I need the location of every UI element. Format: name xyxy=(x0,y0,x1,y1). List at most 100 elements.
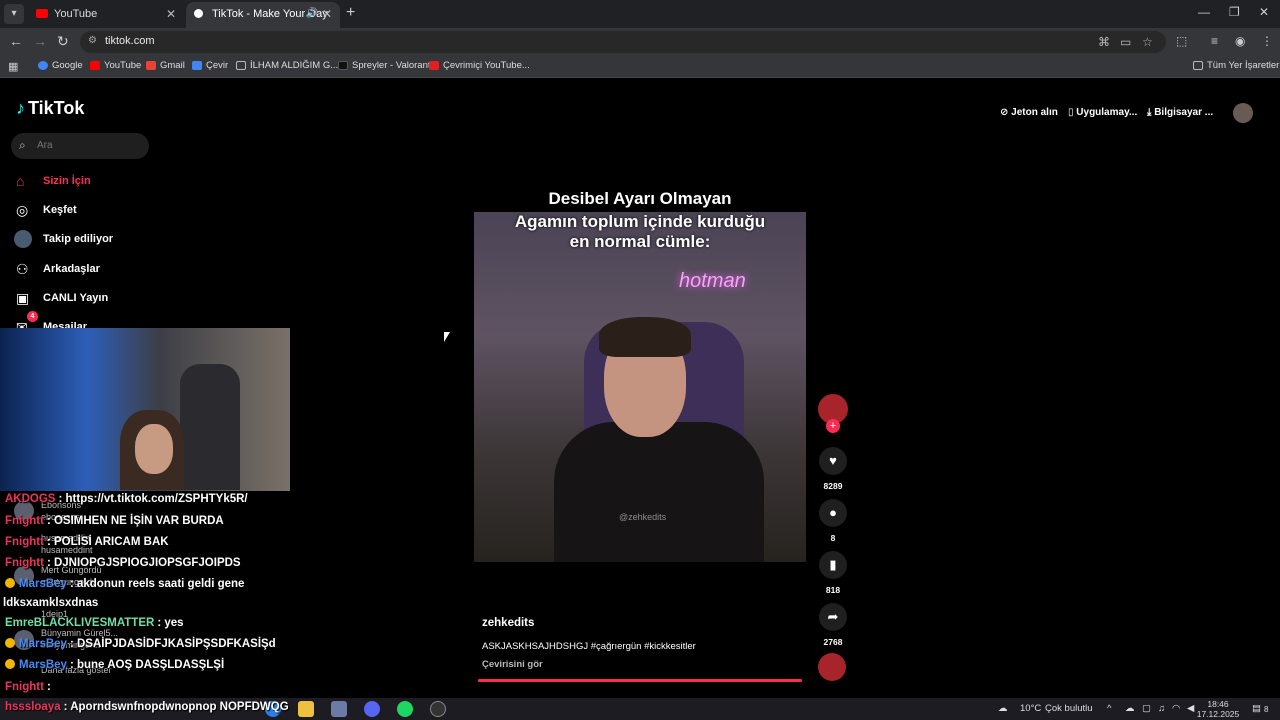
chevron-up-icon[interactable]: ^ xyxy=(1107,703,1111,714)
translate-link[interactable]: Çevirisini gör xyxy=(482,659,543,670)
bookmark-valorant[interactable]: Spreyler - Valorant xyxy=(338,60,431,71)
bookmark-icon[interactable]: ▮ xyxy=(819,551,847,579)
new-tab-button[interactable]: + xyxy=(346,4,355,22)
nav-label: Keşfet xyxy=(43,204,77,216)
chat-text: : https://vt.tiktok.com/ZSPHTYk5R/ xyxy=(58,493,248,505)
clock[interactable]: 18:46 17.12.2025 xyxy=(1196,699,1240,719)
bookmark-translate[interactable]: Çevir xyxy=(192,60,228,71)
video-author[interactable]: zehkedits xyxy=(482,617,534,629)
nav-following[interactable]: Takip ediliyor xyxy=(14,227,113,251)
profile-icon[interactable]: ◉ xyxy=(1235,34,1245,48)
tab-label: YouTube xyxy=(54,8,98,20)
search-input[interactable] xyxy=(37,140,137,151)
video-progress-bar[interactable] xyxy=(478,679,802,682)
restore-icon[interactable]: ❐ xyxy=(1229,5,1240,19)
discord-icon[interactable] xyxy=(364,701,380,717)
tab-youtube[interactable]: YouTube ✕ xyxy=(28,2,184,28)
music-disc-icon[interactable] xyxy=(818,653,846,681)
spotify-icon[interactable] xyxy=(397,701,413,717)
browser-tabstrip: ▾ YouTube ✕ TikTok - Make Your Day 🔊 ✕ +… xyxy=(0,0,1280,28)
address-bar[interactable]: ⚙ tiktok.com ⌘ ▭ ☆ xyxy=(80,31,1166,53)
bookmark-folder[interactable]: İLHAM ALDIĞIM G... xyxy=(236,60,338,71)
button-label: Jeton alın xyxy=(1011,107,1058,118)
follow-plus-icon[interactable]: + xyxy=(826,419,840,433)
get-app-button[interactable]: ▯ Uygulamay... xyxy=(1068,107,1137,118)
close-icon[interactable]: ✕ xyxy=(166,2,176,26)
compass-icon: ◎ xyxy=(16,202,29,218)
bookmark-google[interactable]: Google xyxy=(38,60,83,71)
tab-search-button[interactable]: ▾ xyxy=(4,4,24,24)
forward-arrow-icon[interactable]: → xyxy=(33,33,47,49)
bookmarks-bar: ▦ Google YouTube Gmail Çevir İLHAM ALDIĞ… xyxy=(0,56,1280,78)
weather-icon[interactable]: ☁ xyxy=(998,703,1008,714)
close-icon[interactable]: ✕ xyxy=(322,2,332,26)
browser-toolbar: ← → ↻ ⚙ tiktok.com ⌘ ▭ ☆ ⬚ ≡ ◉ ⋮ xyxy=(0,28,1280,56)
video-description: ASKJASKHSAJHDSHGJ #çağrıergün #kickkesit… xyxy=(482,641,696,652)
media-control-icon[interactable]: ≡ xyxy=(1211,34,1218,48)
notification-icon[interactable]: ▤ xyxy=(1252,703,1261,714)
url-text: tiktok.com xyxy=(105,35,155,47)
chat-message: Fnightt: OSIMHEN NE İŞİN VAR BURDA xyxy=(5,515,224,527)
search-box[interactable]: ⌕ xyxy=(11,133,149,159)
cast-icon[interactable]: ▭ xyxy=(1120,35,1131,49)
window-close-icon[interactable]: ✕ xyxy=(1259,5,1269,19)
back-arrow-icon[interactable]: ← xyxy=(9,33,23,49)
weather-text[interactable]: Çok bulutlu xyxy=(1045,703,1093,714)
apps-grid-icon[interactable]: ▦ xyxy=(8,60,18,73)
nav-friends[interactable]: ⚇ Arkadaşlar xyxy=(16,257,100,281)
microphone-icon[interactable]: ♫ xyxy=(1158,703,1165,714)
bookmark-youtube[interactable]: YouTube xyxy=(90,60,141,71)
reload-icon[interactable]: ↻ xyxy=(57,33,69,50)
mod-badge-icon xyxy=(5,578,15,588)
bookmark-online-youtube[interactable]: Çevrimiçi YouTube... xyxy=(429,60,530,71)
network-icon[interactable]: ☁ xyxy=(1125,703,1135,714)
wifi-icon[interactable]: ◠ xyxy=(1172,703,1180,714)
chat-message: MarsBey: akdonun reels saati geldi gene xyxy=(5,578,244,590)
site-info-icon[interactable]: ⚙ xyxy=(88,35,97,46)
nav-live[interactable]: ▣ CANLI Yayın xyxy=(16,286,108,310)
share-icon[interactable]: ➦ xyxy=(819,603,847,631)
file-explorer-icon[interactable] xyxy=(298,701,314,717)
extensions-icon[interactable]: ⬚ xyxy=(1176,34,1187,48)
chat-username: Fnightt xyxy=(5,536,44,548)
bookmark-label: Google xyxy=(52,60,83,71)
chat-username: Fnightt xyxy=(5,515,44,527)
obs-icon[interactable] xyxy=(430,701,446,717)
neon-sign: hotman xyxy=(679,270,746,292)
bookmark-label: Çevrimiçi YouTube... xyxy=(443,60,530,71)
chat-username: AKDOGS xyxy=(5,493,56,505)
mod-badge-icon xyxy=(5,659,15,669)
chat-username: MarsBey xyxy=(19,578,67,590)
user-avatar[interactable] xyxy=(1233,103,1253,123)
gmail-icon xyxy=(146,61,156,70)
caption-line: en normal cümle: xyxy=(569,232,711,251)
video-player[interactable]: hotman Agamın toplum içinde kurduğu en n… xyxy=(474,212,806,562)
bookmark-star-icon[interactable]: ☆ xyxy=(1142,35,1153,49)
chat-text: : OSIMHEN NE İŞİN VAR BURDA xyxy=(46,515,224,527)
translate-icon[interactable]: ⌘ xyxy=(1098,35,1110,49)
volume-icon[interactable]: ◀ xyxy=(1187,703,1194,714)
heart-icon[interactable]: ♥ xyxy=(819,447,847,475)
chat-message: Fnightt: xyxy=(5,681,51,693)
clock-date: 17.12.2025 xyxy=(1196,709,1240,719)
app-icon[interactable] xyxy=(331,701,347,717)
nav-explore[interactable]: ◎ Keşfet xyxy=(16,198,77,222)
comment-count: 8 xyxy=(830,533,836,543)
nav-for-you[interactable]: ⌂ Sizin İçin xyxy=(16,169,91,193)
get-coins-button[interactable]: ⊘ Jeton alın xyxy=(1000,107,1058,118)
bookmark-gmail[interactable]: Gmail xyxy=(146,60,185,71)
messages-badge: 4 xyxy=(27,311,38,322)
following-name: Bünyamin Gürel5... xyxy=(41,628,119,638)
weather-temp[interactable]: 10°C xyxy=(1020,703,1041,714)
tab-tiktok[interactable]: TikTok - Make Your Day 🔊 ✕ xyxy=(186,2,340,28)
desktop-app-button[interactable]: ⤓ Bilgisayar ... xyxy=(1147,107,1213,118)
caption-line: Agamın toplum içinde kurduğu xyxy=(514,212,766,231)
tiktok-logo[interactable]: ♪ TikTok xyxy=(16,98,84,119)
app-tray-icon[interactable]: ▢ xyxy=(1142,703,1151,714)
progress-fill xyxy=(478,679,802,682)
kebab-menu-icon[interactable]: ⋮ xyxy=(1261,34,1273,48)
all-bookmarks[interactable]: Tüm Yer İşaretleri xyxy=(1193,60,1280,71)
minimize-icon[interactable]: — xyxy=(1198,5,1210,19)
comment-icon[interactable]: ● xyxy=(819,499,847,527)
speaker-icon[interactable]: 🔊 xyxy=(306,2,318,26)
